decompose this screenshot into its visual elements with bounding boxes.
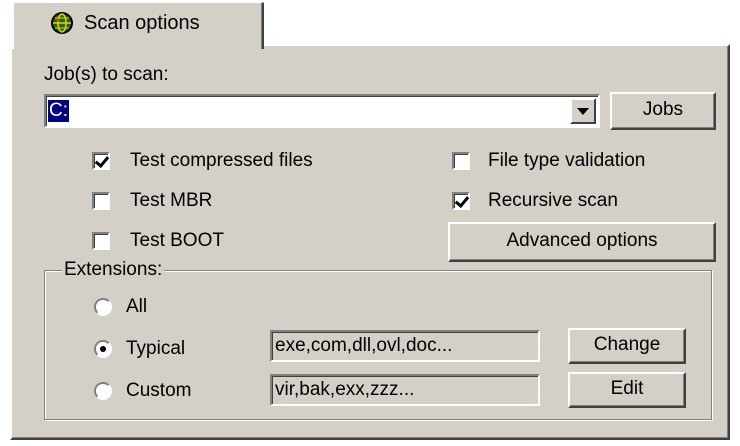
extensions-custom-label: Custom (126, 380, 192, 401)
test-compressed-checkbox[interactable] (92, 152, 110, 170)
extensions-all-label: All (126, 296, 148, 317)
test-boot-checkbox[interactable] (92, 232, 110, 250)
change-button[interactable]: Change (568, 328, 686, 364)
jobs-combobox-value[interactable]: C: (48, 100, 69, 122)
jobs-button[interactable]: Jobs (610, 92, 716, 130)
jobs-combobox[interactable]: C: (44, 94, 600, 128)
typical-extensions-field[interactable]: exe,com,dll,ovl,doc... (270, 330, 540, 362)
globe-scan-icon (51, 12, 73, 34)
tab-scan-options[interactable]: Scan options (12, 1, 264, 49)
extensions-custom-radio[interactable] (94, 382, 112, 400)
file-type-validation-checkbox[interactable] (452, 152, 470, 170)
extensions-title: Extensions: (62, 259, 165, 281)
test-boot-label: Test BOOT (130, 230, 224, 251)
test-mbr-label: Test MBR (130, 190, 213, 211)
jobs-label: Job(s) to scan: (44, 64, 169, 85)
advanced-options-button[interactable]: Advanced options (448, 222, 716, 262)
file-type-validation-label: File type validation (488, 150, 646, 171)
edit-button[interactable]: Edit (568, 372, 686, 408)
tab-label: Scan options (84, 12, 200, 34)
custom-extensions-field[interactable]: vir,bak,exx,zzz... (270, 374, 540, 406)
extensions-typical-label: Typical (126, 338, 186, 359)
recursive-scan-label: Recursive scan (488, 190, 618, 211)
chevron-down-icon[interactable] (570, 98, 596, 124)
extensions-all-radio[interactable] (94, 298, 112, 316)
extensions-typical-radio[interactable] (94, 340, 112, 358)
test-mbr-checkbox[interactable] (92, 192, 110, 210)
scan-options-dialog: Scan options Job(s) to scan: C: Jobs Tes… (0, 0, 740, 446)
recursive-scan-checkbox[interactable] (452, 192, 470, 210)
test-compressed-label: Test compressed files (130, 150, 313, 171)
